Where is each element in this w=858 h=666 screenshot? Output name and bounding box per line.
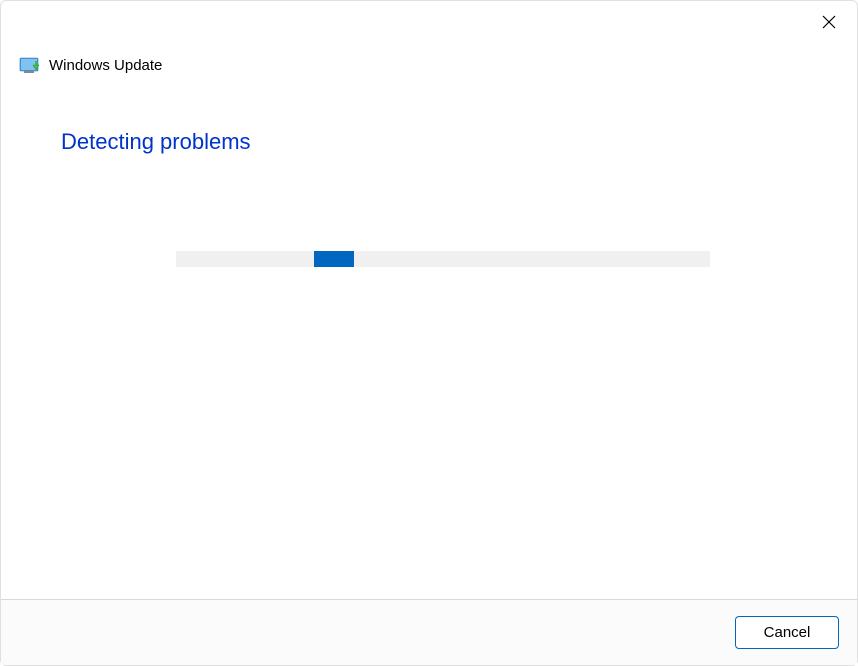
dialog-title: Windows Update — [49, 57, 162, 74]
status-heading: Detecting problems — [61, 129, 251, 155]
dialog-header: Windows Update — [19, 57, 162, 74]
progress-bar — [176, 251, 710, 267]
close-icon — [822, 15, 836, 34]
dialog-footer: Cancel — [1, 599, 857, 665]
windows-update-icon — [19, 57, 41, 74]
cancel-button[interactable]: Cancel — [735, 616, 839, 649]
progress-indicator — [314, 251, 354, 267]
troubleshooter-dialog: Windows Update Detecting problems Cancel — [0, 0, 858, 666]
close-button[interactable] — [811, 9, 847, 39]
